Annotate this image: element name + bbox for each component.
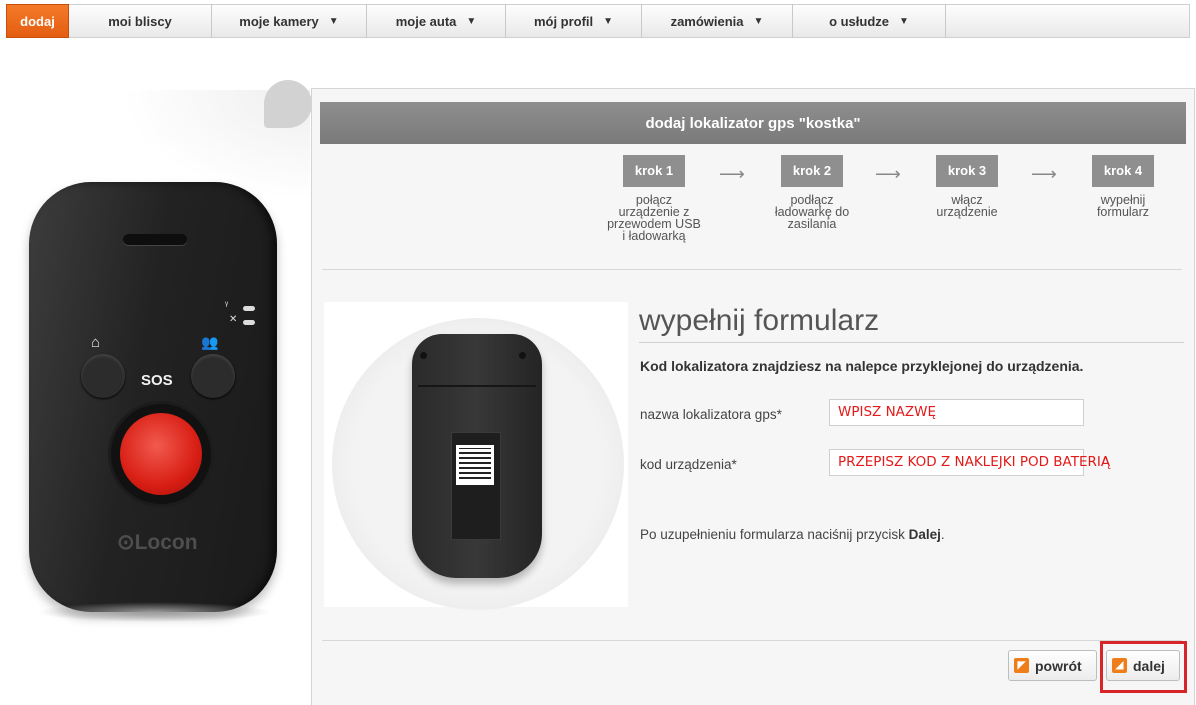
hint-bold: Dalej bbox=[908, 527, 941, 542]
home-icon: ⌂ bbox=[91, 334, 101, 351]
nav-item-label: dodaj bbox=[20, 13, 55, 29]
led-signal bbox=[243, 306, 255, 311]
nav-item-label: o usłudze bbox=[829, 13, 890, 29]
step-badge: krok 2 bbox=[781, 155, 843, 187]
step-4: krok 4 wypełnij formularz bbox=[1068, 155, 1178, 218]
arrow-right-icon: ⟶ bbox=[875, 164, 901, 184]
people-icon: 👥 bbox=[201, 334, 219, 350]
back-button[interactable]: ◤ powrót bbox=[1008, 650, 1097, 681]
chevron-down-icon: ▼ bbox=[466, 15, 477, 27]
divider bbox=[322, 269, 1182, 270]
step-desc-line: i ładowarką bbox=[622, 229, 686, 243]
nav-item-label: mój profil bbox=[533, 13, 594, 29]
device-home-button bbox=[81, 354, 125, 398]
device-family-button bbox=[191, 354, 235, 398]
step-desc-line: formularz bbox=[1096, 205, 1150, 219]
hint-text: Po uzupełnieniu formularza naciśnij przy… bbox=[640, 527, 909, 542]
nav-item-dodaj[interactable]: dodaj bbox=[6, 4, 69, 38]
panel-title: dodaj lokalizator gps "kostka" bbox=[320, 102, 1186, 144]
chevron-down-icon: ▼ bbox=[328, 15, 339, 27]
form-title: wypełnij formularz bbox=[639, 304, 880, 337]
nav-item-label: moi bliscy bbox=[108, 13, 172, 29]
code-field-label: kod urządzenia* bbox=[640, 457, 737, 472]
chevron-down-icon: ▼ bbox=[603, 15, 614, 27]
step-badge: krok 1 bbox=[623, 155, 685, 187]
satellite-icon: ✕ bbox=[229, 314, 238, 325]
device-code-input[interactable]: PRZEPISZ KOD Z NAKLEJKI POD BATERIĄ bbox=[829, 449, 1110, 476]
divider bbox=[322, 640, 1182, 641]
back-button-label: powrót bbox=[1035, 657, 1082, 674]
led-gps bbox=[243, 320, 255, 325]
nav-item-label: moje kamery bbox=[239, 13, 319, 29]
name-field-label: nazwa lokalizatora gps* bbox=[640, 407, 782, 422]
nav-item-moi-bliscy[interactable]: moi bliscy bbox=[69, 4, 212, 38]
device-shadow bbox=[36, 602, 272, 622]
step-badge: krok 3 bbox=[936, 155, 998, 187]
hint-suffix: . bbox=[940, 527, 945, 542]
form-info-text: Kod lokalizatora znajdziesz na nalepce p… bbox=[640, 358, 1084, 374]
nav-item-zamowienia[interactable]: zamówienia ▼ bbox=[642, 4, 793, 38]
step-2: krok 2 podłącz ładowarkę do zasilania bbox=[757, 155, 867, 230]
form-hint: Po uzupełnieniu formularza naciśnij przy… bbox=[640, 527, 945, 542]
next-button-highlight bbox=[1100, 641, 1187, 693]
device-brand-logo: ⊙Locon bbox=[117, 531, 198, 554]
battery-cover-seam bbox=[418, 385, 536, 387]
signal-icon: ᵞ bbox=[225, 300, 229, 311]
step-desc-line: urządzenie bbox=[936, 205, 998, 219]
screw bbox=[519, 352, 526, 359]
nav-item-label: moje auta bbox=[395, 13, 457, 29]
device-illustration: ᵞ ✕ ⌂ 👥 SOS ⊙Locon bbox=[0, 70, 320, 630]
screw bbox=[420, 352, 427, 359]
top-nav: dodaj moi bliscy moje kamery ▼ moje auta… bbox=[0, 0, 1196, 40]
arrow-right-icon: ⟶ bbox=[719, 164, 745, 184]
chevron-down-icon: ▼ bbox=[899, 15, 909, 27]
step-1: krok 1 połącz urządzenie z przewodem USB… bbox=[599, 155, 709, 242]
divider bbox=[639, 342, 1184, 343]
sos-button bbox=[120, 413, 202, 495]
step-desc-line: zasilania bbox=[787, 217, 837, 231]
sos-label: SOS bbox=[141, 372, 173, 389]
qr-code-icon bbox=[456, 445, 494, 485]
nav-item-moje-kamery[interactable]: moje kamery ▼ bbox=[212, 4, 367, 38]
nav-item-label: zamówienia bbox=[670, 13, 744, 29]
step-badge: krok 4 bbox=[1092, 155, 1154, 187]
arrow-right-icon: ⟶ bbox=[1031, 164, 1057, 184]
locator-name-input[interactable]: WPISZ NAZWĘ bbox=[829, 399, 1084, 426]
nav-item-moj-profil[interactable]: mój profil ▼ bbox=[506, 4, 642, 38]
step-description: włącz urządzenie bbox=[912, 194, 1022, 219]
step-description: wypełnij formularz bbox=[1068, 194, 1178, 219]
step-3: krok 3 włącz urządzenie bbox=[912, 155, 1022, 218]
arrow-left-icon: ◤ bbox=[1014, 658, 1029, 673]
step-description: podłącz ładowarkę do zasilania bbox=[757, 194, 867, 231]
chevron-down-icon: ▼ bbox=[753, 15, 764, 27]
gps-locator-device: ᵞ ✕ ⌂ 👥 SOS ⊙Locon bbox=[29, 182, 277, 612]
nav-item-moje-auta[interactable]: moje auta ▼ bbox=[367, 4, 506, 38]
nav-item-o-usludze[interactable]: o usłudze ▼ bbox=[793, 4, 946, 38]
speech-bubble-icon bbox=[264, 80, 312, 128]
speaker-slot bbox=[123, 234, 187, 245]
step-description: połącz urządzenie z przewodem USB i łado… bbox=[599, 194, 709, 243]
